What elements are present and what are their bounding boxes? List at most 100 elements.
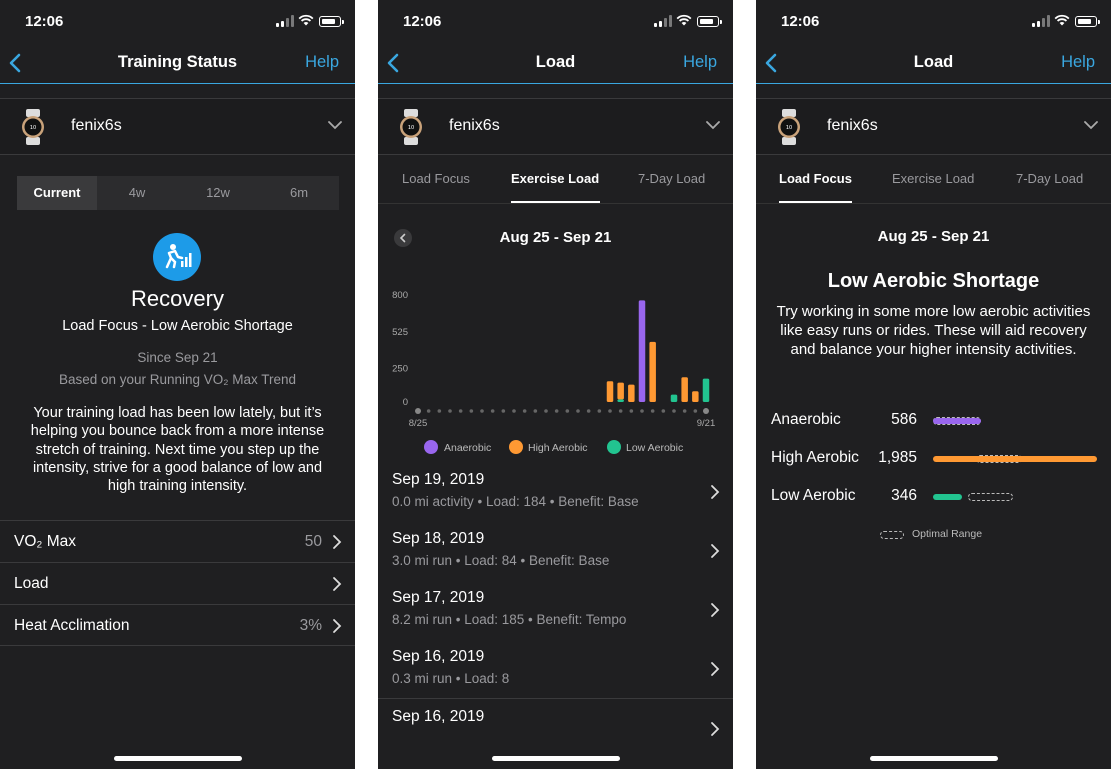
load-tabs: Load Focus Exercise Load 7-Day Load <box>756 156 1111 204</box>
home-indicator[interactable] <box>492 756 620 761</box>
list-item[interactable]: Sep 19, 2019 0.0 mi activity • Load: 184… <box>378 462 733 522</box>
help-link[interactable]: Help <box>1061 53 1095 72</box>
help-link[interactable]: Help <box>305 53 339 72</box>
low-aerobic-bar <box>702 378 710 402</box>
training-status-label: Recovery <box>131 286 224 311</box>
y-tick-label: 250 <box>392 364 408 375</box>
heat-acclimation-row[interactable]: Heat Acclimation 3% <box>0 604 355 646</box>
since-date: Since Sep 21 <box>137 350 218 365</box>
day-dot <box>608 409 612 413</box>
day-dot <box>661 409 666 413</box>
exercise-load-screen: 12:06 Load Help 10 fenix6s Load Focus Ex… <box>378 0 733 769</box>
day-dot <box>576 409 580 413</box>
day-dot <box>501 409 506 413</box>
anaerobic-row: Anaerobic 586 <box>756 409 1111 431</box>
cellular-signal-icon <box>654 15 672 27</box>
day-dot <box>629 409 634 413</box>
svg-text:10: 10 <box>408 125 414 131</box>
watch-icon: 10 <box>400 109 422 145</box>
optimal-range-marker <box>968 493 1013 501</box>
day-dot <box>480 409 484 413</box>
chevron-right-icon <box>711 603 720 617</box>
vo2-max-row[interactable]: VO₂ Max 50 <box>0 520 355 562</box>
legend-low-aerobic-swatch <box>607 440 621 454</box>
chevron-down-icon <box>328 121 342 130</box>
day-dot <box>672 409 676 413</box>
tab-load-focus[interactable]: Load Focus <box>779 171 852 186</box>
period-4w[interactable]: 4w <box>97 176 177 210</box>
y-tick-label: 800 <box>392 290 408 301</box>
based-on-text: Based on your Running VO₂ Max Trend <box>58 372 297 387</box>
high-aerobic-bar <box>649 341 656 402</box>
list-item[interactable]: Sep 16, 2019 <box>378 699 733 738</box>
day-dot <box>533 409 538 413</box>
watch-icon: 10 <box>778 109 800 145</box>
day-dot <box>554 409 559 413</box>
day-dot <box>426 409 431 413</box>
day-dot <box>458 409 463 413</box>
device-selector[interactable]: 10 fenix6s <box>756 98 1111 155</box>
high-aerobic-bar <box>628 384 635 402</box>
home-indicator[interactable] <box>114 756 242 761</box>
high-aerobic-bar <box>933 456 1097 462</box>
active-tab-indicator <box>511 201 600 203</box>
day-dot <box>490 409 495 413</box>
day-dot <box>703 408 709 414</box>
status-bar: 12:06 <box>0 0 355 44</box>
home-indicator[interactable] <box>870 756 998 761</box>
date-range: Aug 25 - Sep 21 <box>877 228 990 245</box>
status-bar: 12:06 <box>378 0 733 44</box>
row-label: Heat Acclimation <box>14 617 130 634</box>
high-aerobic-bar <box>681 377 688 402</box>
list-item[interactable]: Sep 16, 2019 0.3 mi run • Load: 8 <box>378 639 733 699</box>
wifi-icon <box>298 14 314 26</box>
period-current[interactable]: Current <box>17 176 97 210</box>
list-item[interactable]: Sep 18, 2019 3.0 mi run • Load: 84 • Ben… <box>378 521 733 581</box>
x-end-label: 9/21 <box>697 418 716 429</box>
recovery-status-icon <box>153 233 201 281</box>
period-12w[interactable]: 12w <box>178 176 258 210</box>
page-title: Load <box>535 53 576 71</box>
row-label: VO₂ Max <box>14 533 76 550</box>
device-selector[interactable]: 10 fenix6s <box>0 98 355 155</box>
anaerobic-bar <box>638 300 646 402</box>
active-tab-indicator <box>779 201 852 203</box>
day-dot <box>650 409 655 413</box>
day-dot <box>565 409 570 413</box>
activity-list: Sep 19, 2019 0.0 mi activity • Load: 184… <box>378 462 733 738</box>
day-dot <box>586 409 591 413</box>
day-dot <box>597 409 602 413</box>
high-aerobic-bar <box>606 381 614 402</box>
svg-text:10: 10 <box>786 125 792 131</box>
y-tick-label: 0 <box>403 397 408 408</box>
load-row[interactable]: Load <box>0 562 355 604</box>
device-selector[interactable]: 10 fenix6s <box>378 98 733 155</box>
chart-legend: Anaerobic High Aerobic Low Aerobic <box>378 440 733 456</box>
status-time: 12:06 <box>403 13 442 30</box>
status-time: 12:06 <box>781 13 820 30</box>
load-focus-label: Load Focus - Low Aerobic Shortage <box>62 318 293 334</box>
list-item[interactable]: Sep 17, 2019 8.2 mi run • Load: 185 • Be… <box>378 580 733 640</box>
period-6m[interactable]: 6m <box>259 176 339 210</box>
device-name: fenix6s <box>71 117 122 134</box>
help-link[interactable]: Help <box>683 53 717 72</box>
day-dot <box>437 409 442 413</box>
tab-exercise-load[interactable]: Exercise Load <box>892 171 974 186</box>
cellular-signal-icon <box>276 15 294 27</box>
activity-meta: 3.0 mi run • Load: 84 • Benefit: Base <box>392 553 610 568</box>
legend-high-aerobic: High Aerobic <box>528 442 588 454</box>
focus-value: 1,985 <box>878 449 917 466</box>
battery-icon <box>319 16 344 27</box>
legend-low-aerobic: Low Aerobic <box>626 442 684 454</box>
chevron-right-icon <box>711 544 720 558</box>
activity-date: Sep 16, 2019 <box>392 648 485 665</box>
tab-7-day-load[interactable]: 7-Day Load <box>638 171 705 186</box>
optimal-range-swatch <box>880 531 904 539</box>
chevron-right-icon <box>711 485 720 499</box>
battery-icon <box>1075 16 1100 27</box>
high-aerobic-bar <box>692 391 699 402</box>
tab-load-focus[interactable]: Load Focus <box>402 171 470 186</box>
tab-exercise-load[interactable]: Exercise Load <box>511 171 599 186</box>
tab-7-day-load[interactable]: 7-Day Load <box>1016 171 1083 186</box>
chevron-right-icon <box>711 722 720 736</box>
